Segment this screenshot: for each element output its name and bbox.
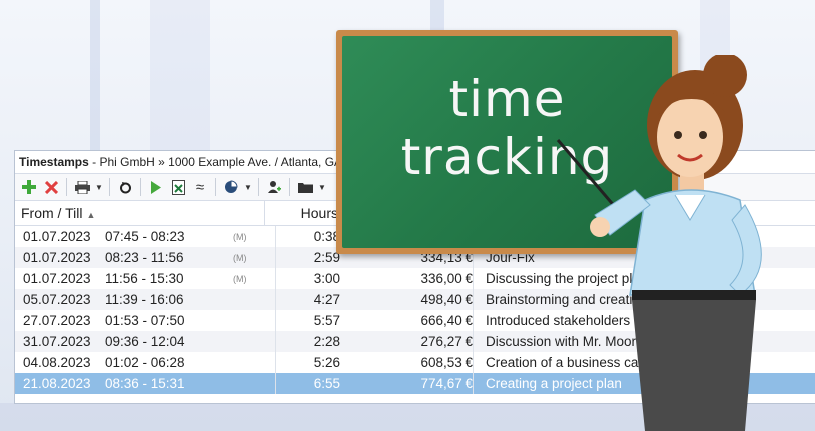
row-time-range: 09:36 - 12:04 [105,334,185,349]
row-time-range: 11:39 - 16:06 [105,292,184,307]
row-time-range: 11:56 - 15:30 [105,271,184,286]
row-hours: 5:57 [275,310,340,331]
column-header-hours[interactable]: Hours [265,201,344,225]
merge-icon[interactable]: ≈ [190,177,210,197]
row-hours: 2:28 [275,331,340,352]
row-amount: 498,40 € [420,292,473,307]
assign-user-icon[interactable] [264,177,284,197]
row-time-range: 08:36 - 15:31 [105,376,185,391]
row-date: 31.07.2023 [23,334,91,349]
row-date: 21.08.2023 [23,376,91,391]
row-time-range: 07:45 - 08:23 [105,229,185,244]
row-marker: (M) [233,231,247,242]
toolbar-separator [215,178,216,196]
row-time-range: 01:53 - 07:50 [105,313,185,328]
column-header-from-till[interactable]: From / Till ▲ [15,201,265,225]
dropdown-caret-icon[interactable]: ▼ [243,177,253,197]
toolbar-separator [109,178,110,196]
row-amount: 276,27 € [420,334,473,349]
play-icon[interactable] [146,177,166,197]
row-date: 01.07.2023 [23,229,91,244]
print-icon[interactable] [72,177,92,197]
background-stripe [430,0,444,30]
column-header-label: From / Till [21,205,83,221]
row-hours: 4:27 [275,289,340,310]
row-amount: 774,67 € [420,376,473,391]
delete-icon[interactable] [41,177,61,197]
row-time-range: 08:23 - 11:56 [105,250,184,265]
row-hours: 3:00 [275,268,340,289]
add-icon[interactable] [19,177,39,197]
row-date: 01.07.2023 [23,250,91,265]
toolbar-separator [140,178,141,196]
dropdown-caret-icon[interactable]: ▼ [94,177,104,197]
background-stripe [90,0,100,150]
column-header-label: Hours [300,205,338,221]
row-time-range: 01:02 - 06:28 [105,355,185,370]
row-hours: 5:26 [275,352,340,373]
presenter-illustration [556,55,762,431]
row-marker: (M) [233,273,247,284]
row-date: 04.08.2023 [23,355,91,370]
sort-ascending-icon: ▲ [86,210,96,220]
undo-icon[interactable] [115,177,135,197]
chart-icon[interactable] [221,177,241,197]
row-marker: (M) [233,252,247,263]
background-stripe [150,0,210,150]
window-title-path: - Phi GmbH » 1000 Example Ave. / Atlanta… [88,155,343,169]
folder-icon[interactable] [295,177,315,197]
row-hours: 0:38 [275,226,340,247]
row-date: 05.07.2023 [23,292,91,307]
row-date: 27.07.2023 [23,313,91,328]
toolbar-separator [258,178,259,196]
dropdown-caret-icon[interactable]: ▼ [317,177,327,197]
row-hours: 2:59 [275,247,340,268]
export-excel-icon[interactable] [168,177,188,197]
toolbar-separator [289,178,290,196]
row-date: 01.07.2023 [23,271,91,286]
row-amount: 666,40 € [420,313,473,328]
row-hours: 6:55 [275,373,340,394]
row-amount: 336,00 € [420,271,473,286]
window-title-bold: Timestamps [19,155,89,169]
row-amount: 608,53 € [420,355,473,370]
toolbar-separator [66,178,67,196]
